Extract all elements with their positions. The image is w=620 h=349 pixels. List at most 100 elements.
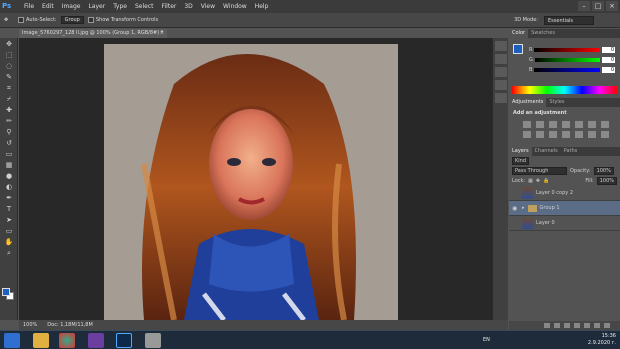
expand-arrow-icon[interactable]: ▸ [522, 205, 525, 211]
foreground-color-swatch[interactable] [2, 288, 10, 296]
visual-studio-icon[interactable] [88, 333, 104, 348]
color-lookup-icon[interactable] [562, 131, 570, 138]
menu-help[interactable]: Help [251, 3, 273, 10]
zoom-icon[interactable]: ⌕ [1, 248, 17, 258]
close-icon[interactable]: × [606, 1, 618, 11]
layer-row[interactable]: Layer 0 [509, 216, 620, 231]
red-slider[interactable]: R 0 [529, 46, 615, 53]
history-brush-icon[interactable]: ↺ [1, 138, 17, 148]
tab-paths[interactable]: Paths [561, 147, 581, 156]
document-tab[interactable]: Image_5760297_128 ll.jpg @ 100% (Group 1… [19, 29, 167, 38]
photoshop-taskbar-icon[interactable] [116, 333, 132, 348]
blue-slider[interactable]: B 0 [529, 66, 615, 73]
chrome-icon[interactable] [59, 333, 75, 348]
posterize-icon[interactable] [588, 131, 596, 138]
link-icon[interactable] [544, 323, 550, 328]
brush-icon[interactable]: ✏ [1, 116, 17, 126]
transform-checkbox[interactable] [87, 17, 94, 23]
menu-file[interactable]: File [20, 3, 38, 10]
stamp-icon[interactable]: ⚲ [1, 127, 17, 137]
path-select-icon[interactable]: ➤ [1, 215, 17, 225]
language-indicator[interactable]: EN [483, 337, 490, 343]
threshold-icon[interactable] [601, 131, 609, 138]
visibility-icon[interactable]: ◉ [512, 205, 519, 212]
hand-icon[interactable]: ✋ [1, 237, 17, 247]
start-icon[interactable] [4, 333, 20, 348]
zoom-level[interactable]: 100% [23, 320, 37, 330]
workspace-dropdown[interactable]: Essentials [544, 15, 594, 25]
lock-pixels-icon[interactable]: ▦ [528, 178, 533, 184]
channel-mixer-icon[interactable] [549, 131, 557, 138]
clock[interactable]: 15:36 2.9.2020 г. [588, 333, 616, 347]
menu-select[interactable]: Select [131, 3, 158, 10]
transform-control[interactable]: Show Transform Controls [87, 17, 158, 23]
marquee-icon[interactable]: ⬚ [1, 50, 17, 60]
lock-position-icon[interactable]: ✥ [536, 178, 540, 184]
visibility-icon[interactable] [512, 220, 519, 227]
tab-layers[interactable]: Layers [509, 147, 532, 156]
menu-edit[interactable]: Edit [38, 3, 58, 10]
menu-view[interactable]: View [197, 3, 219, 10]
auto-select-control[interactable]: Auto-Select: [18, 17, 57, 23]
new-layer-icon[interactable] [594, 323, 600, 328]
move-tool-icon[interactable]: ✥ [4, 17, 14, 23]
bw-icon[interactable] [523, 131, 531, 138]
dodge-icon[interactable]: ◐ [1, 182, 17, 192]
brightness-icon[interactable] [523, 121, 531, 128]
vibrance-icon[interactable] [575, 121, 583, 128]
levels-icon[interactable] [536, 121, 544, 128]
move-icon[interactable]: ✥ [1, 39, 17, 49]
canvas-area[interactable] [19, 38, 508, 320]
tab-styles[interactable]: Styles [546, 98, 567, 107]
tab-adjustments[interactable]: Adjustments [509, 98, 547, 107]
color-spectrum[interactable] [512, 86, 617, 94]
fx-icon[interactable] [554, 323, 560, 328]
explorer-icon[interactable] [33, 333, 49, 348]
color-balance-icon[interactable] [601, 121, 609, 128]
properties-icon[interactable] [495, 54, 507, 64]
auto-select-dropdown[interactable]: Group [60, 16, 84, 24]
visibility-icon[interactable] [512, 190, 519, 197]
pen-icon[interactable]: ✒ [1, 193, 17, 203]
red-value[interactable]: 0 [602, 46, 615, 53]
trash-icon[interactable] [604, 323, 610, 328]
curves-icon[interactable] [549, 121, 557, 128]
eraser-icon[interactable]: ▭ [1, 149, 17, 159]
maximize-icon[interactable]: □ [592, 1, 604, 11]
healing-icon[interactable]: ✚ [1, 105, 17, 115]
gradient-icon[interactable]: ▦ [1, 160, 17, 170]
invert-icon[interactable] [575, 131, 583, 138]
shape-icon[interactable]: ▭ [1, 226, 17, 236]
layer-row[interactable]: Layer 0 copy 2 [509, 186, 620, 201]
auto-select-checkbox[interactable] [18, 17, 24, 23]
exposure-icon[interactable] [562, 121, 570, 128]
minimize-icon[interactable]: – [578, 1, 590, 11]
menu-type[interactable]: Type [109, 3, 131, 10]
color-panel-foreground-swatch[interactable] [513, 44, 523, 54]
character-icon[interactable] [495, 67, 507, 77]
crop-icon[interactable]: ⌗ [1, 83, 17, 93]
quick-select-icon[interactable]: ✎ [1, 72, 17, 82]
hue-icon[interactable] [588, 121, 596, 128]
lasso-icon[interactable]: ◌ [1, 61, 17, 71]
eyedropper-icon[interactable]: ⌿ [1, 94, 17, 104]
tab-channels[interactable]: Channels [532, 147, 561, 156]
kind-filter-dropdown[interactable]: Kind [512, 157, 530, 165]
green-slider[interactable]: G 0 [529, 56, 615, 63]
tab-color[interactable]: Color [509, 29, 529, 38]
paragraph-icon[interactable] [495, 80, 507, 90]
menu-image[interactable]: Image [58, 3, 85, 10]
lock-all-icon[interactable]: 🔒 [543, 178, 549, 184]
blue-value[interactable]: 0 [602, 66, 615, 73]
history-icon[interactable] [495, 41, 507, 51]
adjustment-layer-icon[interactable] [574, 323, 580, 328]
menu-layer[interactable]: Layer [84, 3, 109, 10]
new-group-icon[interactable] [584, 323, 590, 328]
blend-mode-dropdown[interactable]: Pass Through [512, 167, 567, 175]
fill-input[interactable]: 100% [596, 177, 617, 185]
tab-swatches[interactable]: Swatches [528, 29, 558, 38]
tab-close-icon[interactable]: × [160, 29, 164, 38]
green-value[interactable]: 0 [602, 56, 615, 63]
photo-filter-icon[interactable] [536, 131, 544, 138]
opacity-input[interactable]: 100% [593, 167, 614, 175]
